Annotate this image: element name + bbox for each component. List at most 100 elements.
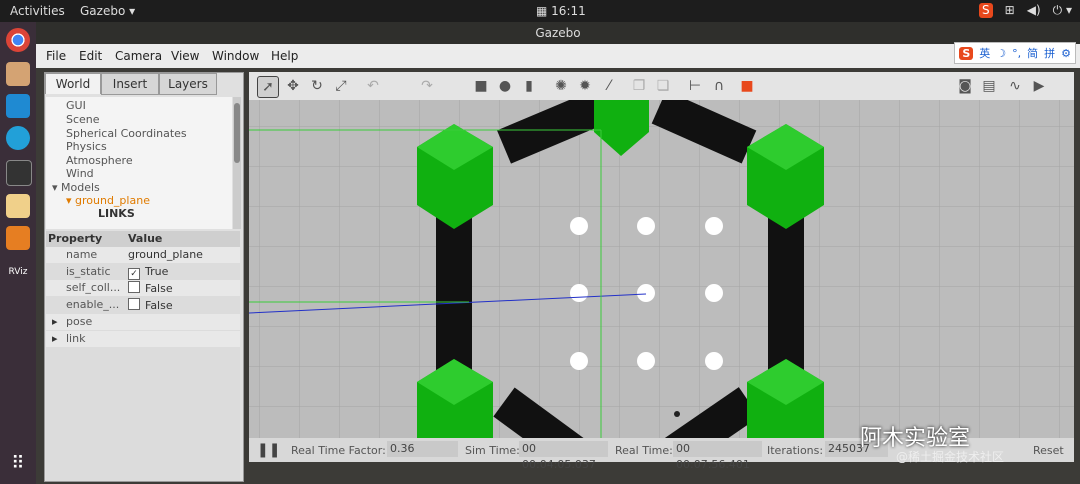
ime-toolbar[interactable]: S 英 ☽ °, 简 拼 ⚙ <box>954 42 1076 64</box>
prop-value: ✓ True <box>128 265 168 280</box>
spot-light-icon[interactable]: ✹ <box>575 76 595 96</box>
apt-icon[interactable] <box>6 126 30 150</box>
menu-window[interactable]: Window <box>212 49 259 63</box>
scroll-thumb[interactable] <box>234 103 240 163</box>
group-label: pose <box>66 315 93 328</box>
undo-icon[interactable]: ↶ <box>363 76 383 96</box>
scene-render[interactable] <box>249 72 1074 438</box>
screenshot-icon[interactable]: ◙ <box>955 76 975 96</box>
tab-world[interactable]: World <box>45 73 101 94</box>
clock[interactable]: ▦ 16:11 <box>536 4 586 18</box>
tree-item-ground-plane[interactable]: ▾ ground_plane <box>66 194 150 207</box>
menu-bar: File Edit Camera View Window Help <box>36 44 1080 68</box>
directional-light-icon[interactable]: ⁄ <box>599 76 619 96</box>
view-angle-icon[interactable]: ■ <box>737 76 757 96</box>
tree-item[interactable]: Scene <box>66 113 100 126</box>
tree-item-models[interactable]: ▾ Models <box>52 181 100 194</box>
files-icon[interactable] <box>6 62 30 86</box>
prop-row[interactable]: enable_... False <box>46 297 240 313</box>
world-tree: GUI Scene Spherical Coordinates Physics … <box>46 97 232 229</box>
translate-icon[interactable]: ✥ <box>283 76 303 96</box>
vscode-icon[interactable] <box>6 94 30 118</box>
prop-key: enable_... <box>66 298 120 311</box>
prop-value-text: True <box>145 265 169 278</box>
log-icon[interactable]: ▤ <box>979 76 999 96</box>
copy-icon[interactable]: ❐ <box>629 76 649 96</box>
prop-key: self_coll... <box>66 281 121 294</box>
prop-row[interactable]: is_static ✓ True <box>46 264 240 280</box>
scale-icon[interactable]: ⤢ <box>331 76 351 96</box>
tree-item[interactable]: Spherical Coordinates <box>66 127 187 140</box>
property-table: Property Value name ground_plane is_stat… <box>46 231 240 481</box>
menu-edit[interactable]: Edit <box>79 49 102 63</box>
menu-help[interactable]: Help <box>271 49 298 63</box>
ime-lang[interactable]: 英 <box>979 45 990 61</box>
expand-icon: ▸ <box>52 315 58 328</box>
system-tray[interactable]: S ⊞ ◀) ⏻ ▾ <box>979 3 1072 18</box>
prop-value: False <box>128 298 173 312</box>
tree-item[interactable]: Physics <box>66 140 107 153</box>
sogou-tray-icon[interactable]: S <box>979 3 993 18</box>
activities-button[interactable]: Activities <box>10 4 65 18</box>
plot-icon[interactable]: ∿ <box>1005 76 1025 96</box>
rviz-icon[interactable]: RViz <box>6 260 30 284</box>
menu-file[interactable]: File <box>46 49 66 63</box>
iterations-label: Iterations: <box>767 444 824 457</box>
tree-item[interactable]: Wind <box>66 167 94 180</box>
prop-key: is_static <box>66 265 111 278</box>
menu-view[interactable]: View <box>171 49 199 63</box>
rotate-icon[interactable]: ↻ <box>307 76 327 96</box>
checkbox-checked[interactable]: ✓ <box>128 268 140 280</box>
pause-icon[interactable]: ❚❚ <box>257 442 280 458</box>
chrome-icon[interactable] <box>6 28 30 52</box>
box-icon[interactable]: ■ <box>471 76 491 96</box>
network-icon[interactable]: ⊞ <box>1005 3 1015 18</box>
redo-icon[interactable]: ↷ <box>417 76 437 96</box>
group-label: link <box>66 332 86 345</box>
video-icon[interactable]: ▶ <box>1029 76 1049 96</box>
app-grid-icon[interactable]: ⠿ <box>6 452 30 476</box>
checkbox[interactable] <box>128 281 140 293</box>
gazebo-icon[interactable] <box>6 226 30 250</box>
tab-insert[interactable]: Insert <box>101 73 159 95</box>
checkbox[interactable] <box>128 298 140 310</box>
align-icon[interactable]: ⊢ <box>685 76 705 96</box>
ime-simplified[interactable]: 简 <box>1027 45 1038 61</box>
prop-row[interactable]: self_coll... False <box>46 280 240 296</box>
prop-row[interactable]: name ground_plane <box>46 247 240 263</box>
volume-icon[interactable]: ◀) <box>1027 3 1041 18</box>
snap-icon[interactable]: ∩ <box>709 76 729 96</box>
ime-pinyin[interactable]: 拼 <box>1044 45 1055 61</box>
watermark-sub: @稀土掘金技术社区 <box>896 450 1005 464</box>
sim-time-value: 00 00:04:05.037 <box>519 441 608 471</box>
punct-icon[interactable]: °, <box>1012 47 1021 60</box>
3d-viewport[interactable] <box>249 72 1074 438</box>
tree-scrollbar[interactable] <box>233 97 241 229</box>
model-marker <box>674 411 680 417</box>
sphere-icon[interactable]: ● <box>495 76 515 96</box>
cylinder-icon[interactable]: ▮ <box>519 76 539 96</box>
tab-layers[interactable]: Layers <box>159 73 217 95</box>
moon-icon[interactable]: ☽ <box>996 47 1006 60</box>
prop-group-pose[interactable]: ▸ pose <box>46 314 240 330</box>
prop-value: ground_plane <box>128 248 203 261</box>
menu-camera[interactable]: Camera <box>115 49 162 63</box>
tree-item[interactable]: Atmosphere <box>66 154 133 167</box>
reset-button[interactable]: Reset <box>1033 444 1064 457</box>
prop-group-link[interactable]: ▸ link <box>46 331 240 347</box>
paste-icon[interactable]: ❏ <box>653 76 673 96</box>
point-light-icon[interactable]: ✺ <box>551 76 571 96</box>
settings-icon[interactable]: ⚙ <box>1061 47 1071 60</box>
power-icon[interactable]: ⏻ ▾ <box>1053 3 1072 18</box>
app-menu[interactable]: Gazebo ▾ <box>80 4 135 18</box>
text-editor-icon[interactable] <box>6 194 30 218</box>
window-title: Gazebo <box>36 22 1080 44</box>
tree-item[interactable]: GUI <box>66 99 86 112</box>
real-time-label: Real Time: <box>615 444 673 457</box>
select-mode-icon[interactable]: ➚ <box>257 76 279 98</box>
tree-item-links[interactable]: LINKS <box>98 207 135 220</box>
prop-value-text: False <box>145 299 173 312</box>
dock: RViz ⠿ <box>0 22 36 484</box>
terminal-icon[interactable] <box>6 160 32 186</box>
prop-header-value: Value <box>128 232 163 245</box>
